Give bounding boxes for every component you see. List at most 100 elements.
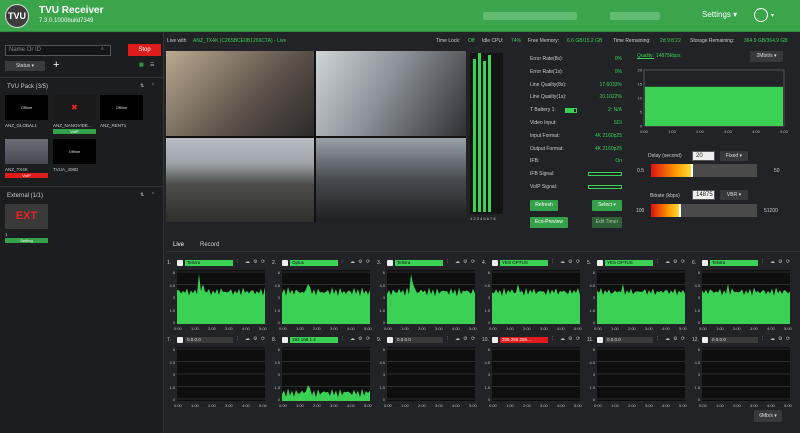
scale-button[interactable]: 6Mb/s ▾ (754, 410, 782, 422)
device-thumb-live[interactable]: ✖ (53, 95, 96, 120)
y-tick-label: 6 (382, 270, 385, 275)
channel-checkbox[interactable] (702, 337, 708, 343)
list-view-icon[interactable]: ☰ (150, 63, 155, 68)
settings-icon[interactable]: ⚙ (463, 260, 468, 265)
search-input[interactable]: Name Or ID (5, 45, 111, 56)
settings-icon[interactable]: ⚙ (778, 260, 783, 265)
refresh-icon[interactable]: ⟳ (261, 337, 266, 342)
eco-preview-button[interactable]: Eco-Preview (530, 217, 568, 228)
channel-checkbox[interactable] (282, 337, 288, 343)
signal-icon[interactable]: ⫶ (447, 260, 452, 265)
refresh-icon[interactable]: ⟳ (366, 260, 371, 265)
refresh-icon[interactable]: ⟳ (576, 260, 581, 265)
bitrate-input[interactable]: 14875 (692, 190, 715, 200)
cloud-icon[interactable]: ☁ (350, 260, 355, 265)
settings-icon[interactable]: ⚙ (358, 260, 363, 265)
sort-icon[interactable]: ⇅ (140, 193, 145, 198)
settings-menu[interactable]: Settings ▾ (702, 10, 737, 19)
video-preview[interactable] (166, 51, 466, 222)
collapse-icon[interactable]: ⌃ (151, 84, 156, 89)
x-tick-label: 5:00 (364, 326, 372, 331)
cloud-icon[interactable]: ☁ (350, 337, 355, 342)
external-thumb[interactable]: EXT (5, 204, 48, 229)
settings-icon[interactable]: ⚙ (673, 260, 678, 265)
refresh-icon[interactable]: ⟳ (471, 260, 476, 265)
cloud-icon[interactable]: ☁ (770, 260, 775, 265)
cloud-icon[interactable]: ☁ (455, 337, 460, 342)
signal-icon[interactable]: ⫶ (342, 260, 347, 265)
delay-input[interactable]: 20 (692, 151, 715, 161)
tab-live[interactable]: Live (173, 242, 184, 248)
chevron-down-icon[interactable]: ▾ (771, 12, 774, 19)
settings-icon[interactable]: ⚙ (253, 260, 258, 265)
channel-checkbox[interactable] (177, 337, 183, 343)
signal-icon[interactable]: ⫶ (762, 337, 767, 342)
x-tick-label: 2:00 (628, 326, 636, 331)
cloud-icon[interactable]: ☁ (245, 260, 250, 265)
settings-icon[interactable]: ⚙ (568, 260, 573, 265)
settings-icon[interactable]: ⚙ (463, 337, 468, 342)
settings-icon[interactable]: ⚙ (778, 337, 783, 342)
refresh-icon[interactable]: ⟳ (786, 260, 791, 265)
cloud-icon[interactable]: ☁ (665, 337, 670, 342)
channel-checkbox[interactable] (177, 260, 183, 266)
signal-icon[interactable]: ⫶ (552, 337, 557, 342)
select-button[interactable]: Select ▾ (592, 200, 622, 211)
channel-checkbox[interactable] (387, 337, 393, 343)
delay-mode-select[interactable]: Fixed ▾ (720, 151, 748, 161)
user-avatar-icon[interactable] (754, 8, 768, 22)
cloud-icon[interactable]: ☁ (560, 337, 565, 342)
settings-icon[interactable]: ⚙ (568, 337, 573, 342)
status-filter[interactable]: Status ▾ (5, 61, 45, 71)
signal-icon[interactable]: ⫶ (657, 337, 662, 342)
refresh-icon[interactable]: ⟳ (261, 260, 266, 265)
bitrate-slider[interactable] (651, 204, 757, 217)
channel-checkbox[interactable] (282, 260, 288, 266)
cloud-icon[interactable]: ☁ (245, 337, 250, 342)
signal-icon[interactable]: ⫶ (237, 337, 242, 342)
channel-checkbox[interactable] (597, 337, 603, 343)
refresh-icon[interactable]: ⟳ (471, 337, 476, 342)
signal-icon[interactable]: ⫶ (657, 260, 662, 265)
scale-select[interactable]: 2Mbit/s ▾ (750, 51, 783, 62)
delay-max: 50 (774, 168, 780, 174)
collapse-icon[interactable]: ⌃ (151, 193, 156, 198)
refresh-icon[interactable]: ⟳ (576, 337, 581, 342)
x-tick-label: 3:00 (330, 403, 338, 408)
cloud-icon[interactable]: ☁ (455, 260, 460, 265)
stop-button[interactable]: Stop (128, 44, 161, 56)
device-thumb-active[interactable] (5, 139, 48, 164)
search-icon[interactable]: ⌕ (101, 47, 106, 52)
refresh-icon[interactable]: ⟳ (366, 337, 371, 342)
tab-record[interactable]: Record (200, 242, 219, 248)
signal-icon[interactable]: ⫶ (552, 260, 557, 265)
sort-icon[interactable]: ⇅ (140, 84, 145, 89)
cloud-icon[interactable]: ☁ (560, 260, 565, 265)
channel-checkbox[interactable] (387, 260, 393, 266)
bitrate-mode-select[interactable]: VBR ▾ (720, 190, 748, 200)
signal-icon[interactable]: ⫶ (342, 337, 347, 342)
cloud-icon[interactable]: ☁ (665, 260, 670, 265)
edit-timer-button[interactable]: Edit Timer (592, 217, 622, 228)
channel-checkbox[interactable] (702, 260, 708, 266)
channel-checkbox[interactable] (492, 260, 498, 266)
grid-view-icon[interactable]: ▦ (139, 63, 144, 68)
device-thumb-offline[interactable]: Offline (5, 95, 48, 120)
settings-icon[interactable]: ⚙ (673, 337, 678, 342)
device-thumb-offline[interactable]: Offline (53, 139, 96, 164)
refresh-button[interactable]: Refresh (530, 200, 558, 211)
device-thumb-offline[interactable]: Offline (100, 95, 143, 120)
settings-icon[interactable]: ⚙ (253, 337, 258, 342)
channel-checkbox[interactable] (597, 260, 603, 266)
cloud-icon[interactable]: ☁ (770, 337, 775, 342)
signal-icon[interactable]: ⫶ (762, 260, 767, 265)
refresh-icon[interactable]: ⟳ (681, 337, 686, 342)
add-button[interactable]: + (53, 59, 59, 71)
signal-icon[interactable]: ⫶ (237, 260, 242, 265)
channel-checkbox[interactable] (492, 337, 498, 343)
refresh-icon[interactable]: ⟳ (786, 337, 791, 342)
signal-icon[interactable]: ⫶ (447, 337, 452, 342)
delay-slider[interactable] (651, 164, 757, 177)
settings-icon[interactable]: ⚙ (358, 337, 363, 342)
refresh-icon[interactable]: ⟳ (681, 260, 686, 265)
